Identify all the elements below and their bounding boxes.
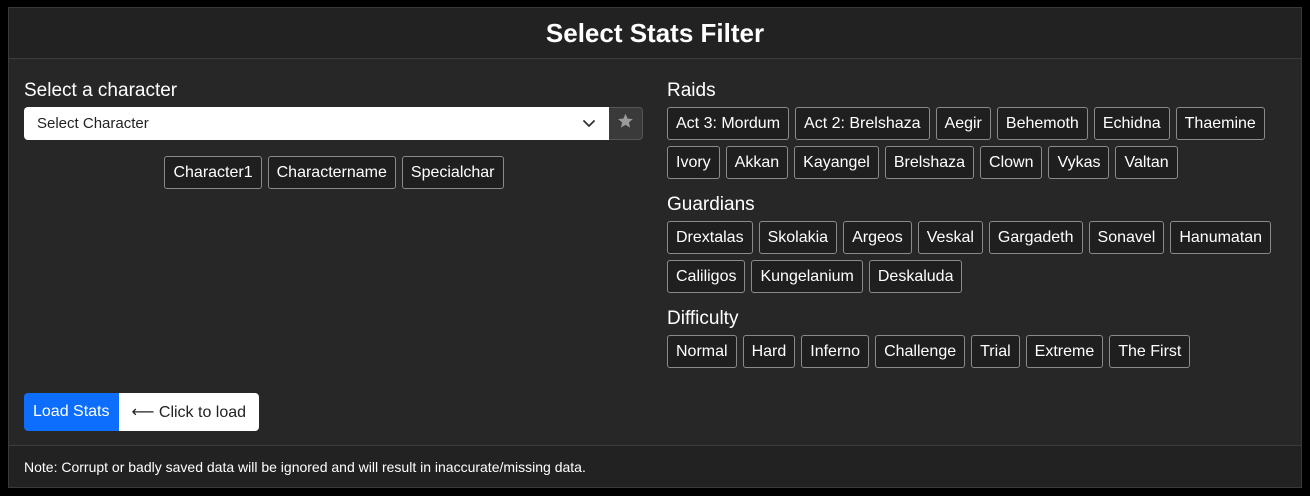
raids-group: Raids Act 3: Mordum Act 2: Brelshaza Aeg… [667,79,1287,179]
guardians-label: Guardians [667,194,755,215]
raid-chip[interactable]: Valtan [1115,146,1178,179]
raids-chip-list: Act 3: Mordum Act 2: Brelshaza Aegir Beh… [667,107,1287,179]
guardian-chip[interactable]: Drextalas [667,221,753,254]
filter-section: Raids Act 3: Mordum Act 2: Brelshaza Aeg… [667,79,1287,382]
raid-chip[interactable]: Ivory [667,146,720,179]
raid-chip[interactable]: Clown [980,146,1043,179]
character-chip[interactable]: Character1 [164,156,262,189]
guardians-group: Guardians Drextalas Skolakia Argeos Vesk… [667,193,1287,293]
chevron-down-icon [583,115,595,133]
modal-body: Select a character Select Character Char… [9,59,1301,446]
raid-chip[interactable]: Act 2: Brelshaza [795,107,930,140]
difficulty-chip-list: Normal Hard Inferno Challenge Trial Extr… [667,335,1287,368]
guardian-chip[interactable]: Deskaluda [868,260,963,293]
difficulty-chip[interactable]: Extreme [1025,335,1104,368]
load-stats-group: Load Stats ⟵ Click to load [24,393,260,431]
load-stats-button[interactable]: Load Stats [24,393,119,431]
guardian-chip[interactable]: Sonavel [1088,221,1165,254]
favorite-button[interactable] [609,107,643,140]
raid-chip[interactable]: Thaemine [1175,107,1265,140]
character-select-group: Select Character [24,107,644,140]
character-chip[interactable]: Specialchar [401,156,504,189]
character-select-value: Select Character [37,115,149,132]
guardian-chip[interactable]: Gargadeth [988,221,1083,254]
guardian-chip[interactable]: Caliligos [667,260,746,293]
modal-header: Select Stats Filter [9,8,1301,59]
footer-note: Note: Corrupt or badly saved data will b… [24,458,586,475]
modal-title: Select Stats Filter [545,17,765,48]
raid-chip[interactable]: Vykas [1048,146,1110,179]
stats-filter-modal: Select Stats Filter Select a character S… [8,7,1302,488]
guardian-chip[interactable]: Kungelanium [751,260,863,293]
raid-chip[interactable]: Aegir [935,107,991,140]
character-chip[interactable]: Charactername [267,156,396,189]
load-hint: ⟵ Click to load [118,393,260,431]
character-section: Select a character Select Character Char… [24,79,644,189]
difficulty-chip[interactable]: Hard [742,335,796,368]
difficulty-chip[interactable]: Trial [971,335,1020,368]
modal-footer: Note: Corrupt or badly saved data will b… [9,445,1301,487]
difficulty-group: Difficulty Normal Hard Inferno Challenge… [667,307,1287,368]
guardians-chip-list: Drextalas Skolakia Argeos Veskal Gargade… [667,221,1287,293]
character-label: Select a character [24,80,178,101]
difficulty-chip[interactable]: Inferno [801,335,870,368]
guardian-chip[interactable]: Hanumatan [1170,221,1272,254]
guardian-chip[interactable]: Veskal [917,221,983,254]
guardian-chip[interactable]: Skolakia [758,221,838,254]
difficulty-label: Difficulty [667,308,739,329]
raid-chip[interactable]: Echidna [1093,107,1170,140]
character-select[interactable]: Select Character [24,107,609,140]
character-chip-list: Character1 Charactername Specialchar [24,156,644,189]
raid-chip[interactable]: Kayangel [794,146,879,179]
guardian-chip[interactable]: Argeos [843,221,912,254]
difficulty-chip[interactable]: Normal [667,335,737,368]
raid-chip[interactable]: Akkan [725,146,789,179]
raids-label: Raids [667,80,716,101]
difficulty-chip[interactable]: The First [1109,335,1191,368]
raid-chip[interactable]: Act 3: Mordum [667,107,790,140]
star-icon [617,113,634,134]
raid-chip[interactable]: Behemoth [996,107,1088,140]
raid-chip[interactable]: Brelshaza [884,146,975,179]
difficulty-chip[interactable]: Challenge [875,335,966,368]
